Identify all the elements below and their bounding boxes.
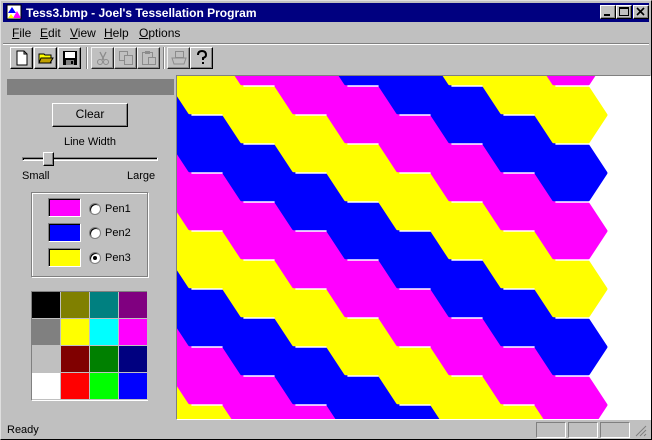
- status-pane: [600, 422, 630, 438]
- line-width-label: Line Width: [64, 136, 116, 148]
- palette-swatch[interactable]: [32, 373, 61, 400]
- palette-swatch[interactable]: [90, 373, 119, 400]
- pen1-radio[interactable]: [89, 203, 101, 215]
- title-bar[interactable]: Tess3.bmp - Joel's Tessellation Program: [3, 3, 649, 22]
- help-icon: [197, 50, 208, 64]
- toolbar-separator: [163, 47, 165, 69]
- copy-button[interactable]: [114, 47, 137, 69]
- close-icon: [636, 7, 645, 16]
- palette-swatch[interactable]: [119, 292, 148, 319]
- line-width-slider-thumb[interactable]: [43, 152, 55, 166]
- large-label: Large: [127, 170, 156, 182]
- print-icon: [171, 51, 187, 65]
- status-pane: [568, 422, 598, 438]
- toolbar: [3, 43, 649, 73]
- paste-icon: [142, 51, 156, 65]
- palette-swatch[interactable]: [90, 292, 119, 319]
- menu-help[interactable]: Help: [104, 26, 129, 40]
- tessellation-tile: [534, 144, 608, 202]
- pen1-swatch[interactable]: [48, 198, 81, 217]
- pen3-radio[interactable]: [89, 252, 101, 264]
- help-button[interactable]: [190, 47, 213, 69]
- status-bar: Ready: [3, 421, 649, 439]
- window-title: Tess3.bmp - Joel's Tessellation Program: [26, 6, 257, 20]
- palette-swatch[interactable]: [32, 292, 61, 319]
- minimize-button[interactable]: [600, 5, 616, 19]
- status-pane: [536, 422, 566, 438]
- palette-swatch[interactable]: [119, 346, 148, 373]
- pen3-swatch[interactable]: [48, 248, 81, 267]
- maximize-icon: [619, 7, 629, 16]
- palette-swatch[interactable]: [90, 319, 119, 346]
- menu-view[interactable]: View: [70, 26, 96, 40]
- app-icon[interactable]: [6, 4, 22, 20]
- pen2-swatch[interactable]: [48, 223, 81, 242]
- app-window: Tess3.bmp - Joel's Tessellation Program …: [0, 0, 652, 440]
- tessellation-tile: [534, 260, 608, 318]
- palette-swatch[interactable]: [32, 346, 61, 373]
- close-button[interactable]: [633, 5, 649, 19]
- copy-icon: [119, 51, 133, 65]
- save-button[interactable]: [58, 47, 81, 69]
- color-palette: [31, 291, 148, 401]
- palette-swatch[interactable]: [61, 346, 90, 373]
- menu-bar: File Edit View Help Options: [3, 23, 649, 42]
- tessellation-image[interactable]: [177, 76, 651, 420]
- tessellation-tile: [534, 86, 608, 144]
- palette-swatch[interactable]: [119, 373, 148, 400]
- palette-swatch[interactable]: [32, 319, 61, 346]
- cut-icon: [97, 51, 109, 65]
- pen2-label: Pen2: [105, 227, 131, 239]
- open-folder-icon: [38, 53, 54, 64]
- palette-swatch[interactable]: [90, 346, 119, 373]
- small-label: Small: [22, 170, 50, 182]
- paste-button[interactable]: [137, 47, 160, 69]
- pen1-label: Pen1: [105, 203, 131, 215]
- palette-swatch[interactable]: [119, 319, 148, 346]
- tessellation-tile: [534, 202, 608, 260]
- save-disk-icon: [63, 51, 77, 65]
- palette-swatch[interactable]: [61, 319, 90, 346]
- open-button[interactable]: [34, 47, 57, 69]
- new-button[interactable]: [10, 47, 33, 69]
- minimize-icon: [604, 14, 610, 16]
- pen3-label: Pen3: [105, 252, 131, 264]
- new-file-icon: [16, 50, 28, 66]
- print-button[interactable]: [167, 47, 190, 69]
- drawing-canvas[interactable]: [176, 75, 651, 420]
- pen2-radio[interactable]: [89, 227, 101, 239]
- resize-grip-icon[interactable]: [635, 425, 647, 437]
- maximize-button[interactable]: [616, 5, 632, 19]
- tessellation-tile: [534, 318, 608, 376]
- cut-button[interactable]: [91, 47, 114, 69]
- palette-swatch[interactable]: [61, 373, 90, 400]
- toolbar-separator: [86, 47, 88, 69]
- clear-button[interactable]: Clear: [52, 103, 128, 127]
- status-text: Ready: [7, 424, 39, 436]
- menu-options[interactable]: Options: [139, 26, 180, 40]
- menu-file[interactable]: File: [12, 26, 31, 40]
- menu-edit[interactable]: Edit: [40, 26, 61, 40]
- panel-header: [7, 79, 174, 95]
- palette-swatch[interactable]: [61, 292, 90, 319]
